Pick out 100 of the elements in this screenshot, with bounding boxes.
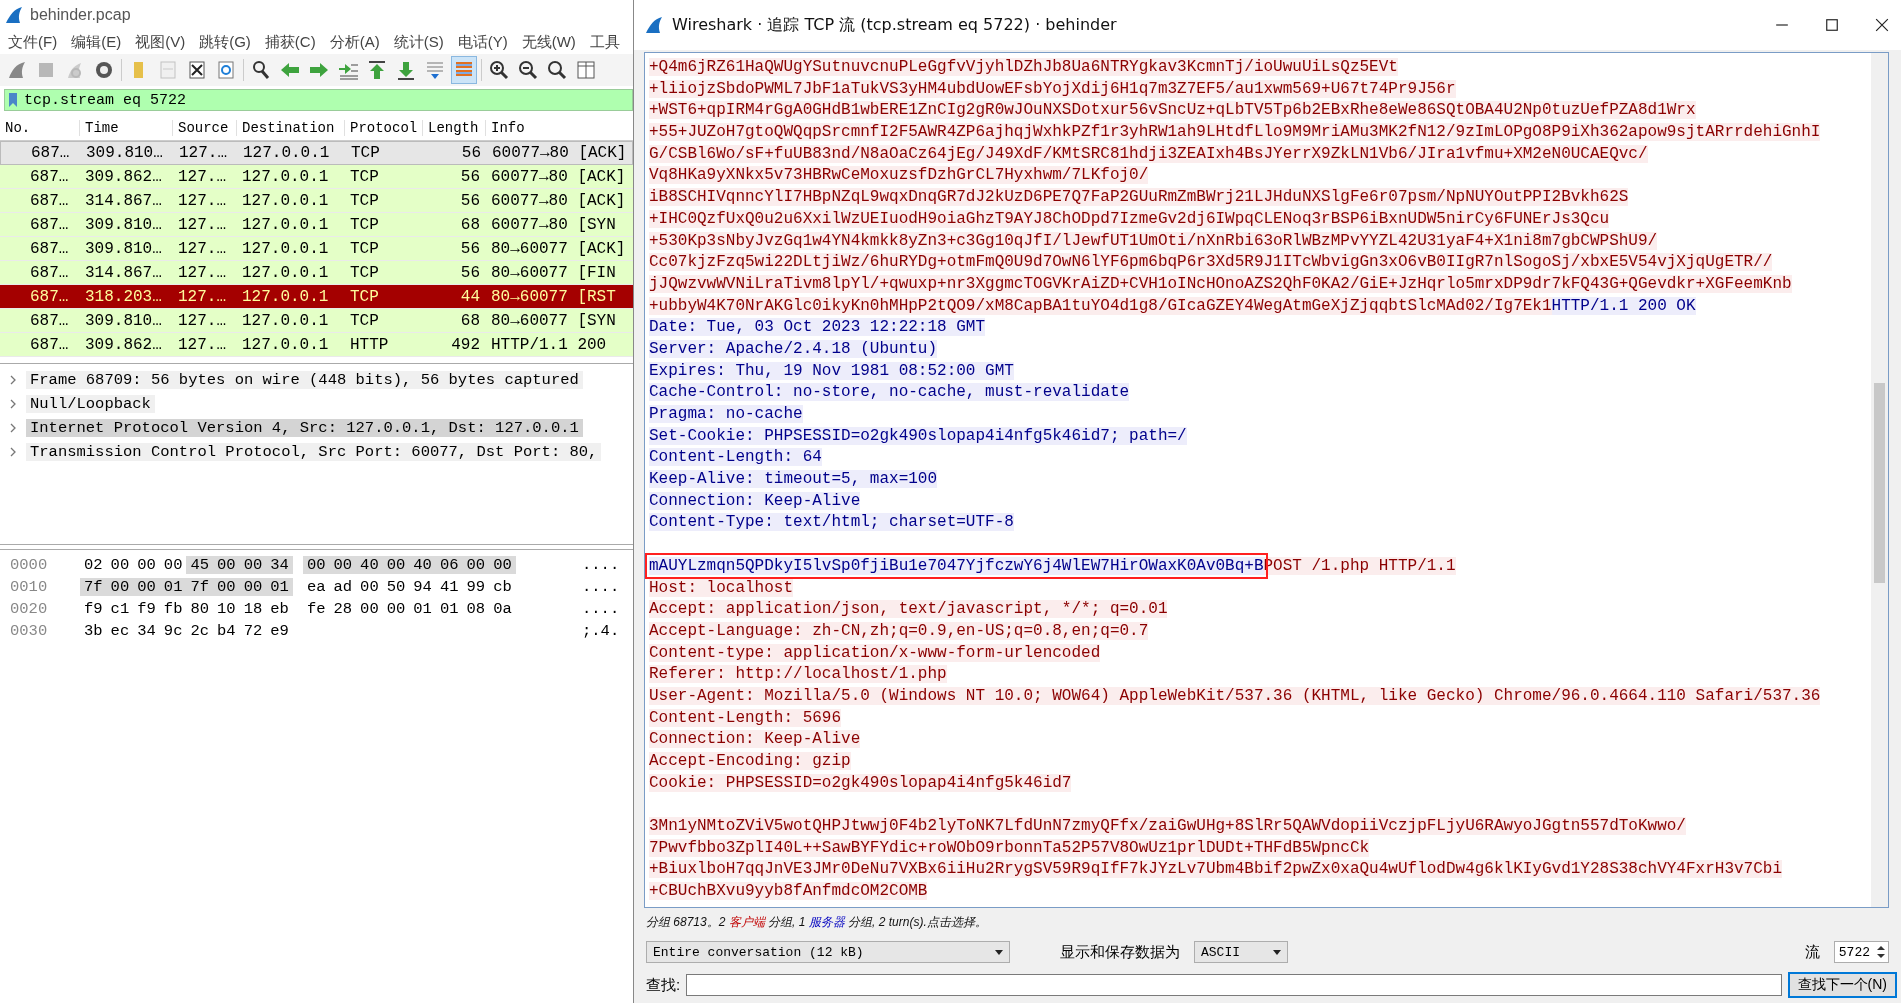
chevron-icon[interactable] bbox=[8, 375, 18, 385]
client-data-text: Cookie: PHPSESSID=o2gk490slopap4i4nfg5k46id7 bbox=[649, 773, 1072, 792]
conversation-dropdown[interactable]: Entire conversation (12 kB) bbox=[646, 941, 1010, 963]
menu-item[interactable]: 分析(A) bbox=[329, 32, 380, 52]
format-dropdown[interactable]: ASCII bbox=[1194, 941, 1288, 963]
find-field[interactable] bbox=[686, 974, 1782, 996]
menu-item[interactable]: 捕获(C) bbox=[264, 32, 316, 52]
column-header[interactable]: Protocol bbox=[345, 120, 423, 136]
menu-item[interactable]: 工具 bbox=[589, 32, 620, 52]
maximize-icon[interactable] bbox=[1825, 18, 1839, 32]
packet-row[interactable]: 687… 314.867… 127.… 127.0.0.1 TCP 56 60077→80 [ACK] bbox=[0, 189, 633, 213]
tree-item[interactable]: Transmission Control Protocol, Src Port: 60077, Dst Port: 80, bbox=[26, 443, 602, 461]
close-icon[interactable] bbox=[1875, 18, 1889, 32]
column-header[interactable]: Length bbox=[423, 120, 486, 136]
menu-item[interactable]: 无线(W) bbox=[521, 32, 576, 52]
menu-item[interactable]: 编辑(E) bbox=[71, 32, 122, 52]
window-title: Wireshark · 追踪 TCP 流 (tcp.stream eq 5722) · behinder bbox=[672, 14, 1117, 36]
find-next-button[interactable]: 查找下一个(N) bbox=[1787, 972, 1897, 998]
hex-byte: 00 bbox=[382, 556, 410, 574]
hex-byte: 00 bbox=[239, 556, 267, 574]
chevron-icon[interactable] bbox=[8, 447, 18, 457]
hex-byte: 00 bbox=[462, 556, 490, 574]
table-cell-text: 127.… bbox=[177, 239, 227, 258]
column-header[interactable]: Time bbox=[80, 120, 173, 136]
spin-arrows-icon[interactable] bbox=[1876, 944, 1886, 960]
menu-item[interactable]: 电话(Y) bbox=[457, 32, 508, 52]
table-cell-text: TCP bbox=[349, 167, 380, 186]
offset-text: 0010 bbox=[9, 578, 49, 596]
hex-byte: 00 bbox=[239, 578, 267, 596]
table-cell-text: 127.… bbox=[177, 167, 227, 186]
table-cell-text: 60077→80 [SYN bbox=[490, 215, 617, 234]
client-data-text: Content-type: application/x-www-form-urlencoded bbox=[649, 643, 1101, 662]
hex-byte: 00 bbox=[359, 578, 380, 596]
hex-byte: 72 bbox=[242, 622, 264, 640]
tree-item[interactable]: Null/Loopback bbox=[26, 395, 155, 413]
table-cell-text: 68 bbox=[459, 215, 481, 234]
stream-spinbox[interactable]: 5722 bbox=[1833, 941, 1889, 963]
packet-row[interactable]: 687… 309.810… 127.… 127.0.0.1 TCP 68 60077→80 [SYN bbox=[0, 213, 633, 237]
colorize-icon[interactable] bbox=[452, 57, 476, 83]
hex-byte: 2c bbox=[189, 622, 211, 640]
hex-byte: 10 bbox=[216, 600, 237, 618]
hex-byte: 34 bbox=[266, 556, 293, 574]
table-cell-text: 492 bbox=[450, 335, 481, 354]
server-data-text: Content-Type: text/html; charset=UTF-8 bbox=[649, 513, 1014, 532]
table-cell-text: 60077→80 [ACK] bbox=[490, 167, 627, 186]
hex-byte: 18 bbox=[242, 600, 264, 618]
hex-byte: 00 bbox=[359, 600, 380, 618]
chevron-icon[interactable] bbox=[8, 423, 18, 433]
table-cell-text: 56 bbox=[459, 191, 481, 210]
client-data-text: +WST6+qpIRM4rGgA0GHdB1wbERE1ZnCIg2gR0wJOuNXSDotxur56vSncUz+qLbTV5Tp6b2EBxRhe8eWe86SQtOBA4U2Np0tuzUefPZA8d1Wrx bbox=[649, 101, 1696, 120]
table-cell-text: 127.0.0.1 bbox=[241, 335, 330, 354]
table-cell-text: 318.203… bbox=[84, 287, 163, 306]
format-label: 显示和保存数据为 bbox=[1060, 942, 1180, 962]
table-cell-text: 80→60077 [SYN bbox=[490, 311, 617, 330]
table-cell-text: 60077→80 [ACK] bbox=[491, 144, 628, 162]
hex-byte: c1 bbox=[109, 600, 131, 618]
packet-row[interactable]: 687… 309.810… 127.… 127.0.0.1 TCP 68 80→60077 [SYN bbox=[0, 309, 633, 333]
scrollbar[interactable] bbox=[1871, 53, 1888, 907]
menu-item[interactable]: 统计(S) bbox=[393, 32, 444, 52]
tree-item[interactable]: Frame 68709: 56 bytes on wire (448 bits), 56 bytes captured bbox=[26, 371, 583, 389]
hex-byte: 00 bbox=[385, 600, 407, 618]
column-header[interactable]: No. bbox=[0, 120, 80, 136]
packet-row[interactable]: 687… 309.862… 127.… 127.0.0.1 TCP 56 60077→80 [ACK] bbox=[0, 165, 633, 189]
hex-byte: fe bbox=[305, 600, 327, 618]
server-data-text: Content-Length: 64 bbox=[649, 448, 822, 467]
packet-row[interactable]: 687… 318.203… 127.… 127.0.0.1 TCP 44 80→60077 [RST bbox=[0, 285, 633, 309]
window-title: behinder.pcap bbox=[30, 6, 131, 24]
display-filter-field[interactable]: tcp.stream eq 5722 bbox=[4, 89, 633, 111]
menu-item[interactable]: 文件(F) bbox=[8, 32, 58, 52]
chevron-icon[interactable] bbox=[8, 399, 18, 409]
table-cell-text: 44 bbox=[459, 287, 481, 306]
offset-text: 0030 bbox=[9, 622, 49, 640]
client-data-text: 3Mn1yNMtoZViV5wotQHPJtwwj0F4b2lyToNK7LfdUnN7zmyQFfx/zaiGwUHg+8SlRr5QAWVdopiiVczjpFLjyU6RAwyoJGgtn557dToKwwo/ bbox=[649, 817, 1686, 836]
table-cell-text: TCP bbox=[349, 263, 380, 282]
packet-row[interactable]: 687… 309.810… 127.… 127.0.0.1 TCP 56 60077→80 [ACK] bbox=[0, 141, 633, 165]
client-data-text: Referer: http://localhost/1.php bbox=[649, 665, 947, 684]
column-header[interactable]: Source bbox=[173, 120, 237, 136]
table-cell-text: 309.810… bbox=[84, 239, 163, 258]
table-cell-text: 687… bbox=[29, 263, 70, 282]
client-data-text: G/CSBl6Wo/sF+fuUB83nd/N8aOaCz64jEg/J49XdF/KMtSRC81hdji3ZEAIxh4BsJYerrX9ZkLN1Vb6/JIra1vfmu+XM2eN0UCAEQvc/ bbox=[649, 144, 1648, 163]
client-data-text: Connection: Keep-Alive bbox=[649, 730, 861, 749]
table-cell-text: 56 bbox=[459, 167, 481, 186]
hex-byte: 00 bbox=[162, 556, 184, 574]
packet-row[interactable]: 687… 309.810… 127.… 127.0.0.1 TCP 56 80→60077 [ACK] bbox=[0, 237, 633, 261]
server-data-text: Server: Apache/2.4.18 (Ubuntu) bbox=[649, 339, 938, 358]
table-cell-text: 127.… bbox=[177, 287, 227, 306]
packet-row[interactable]: 687… 314.867… 127.… 127.0.0.1 TCP 56 80→60077 [FIN bbox=[0, 261, 633, 285]
hex-byte: 40 bbox=[356, 556, 383, 574]
table-cell-text: 314.867… bbox=[84, 191, 163, 210]
client-data-text: Accept-Encoding: gzip bbox=[649, 752, 851, 770]
column-header[interactable]: Destination bbox=[237, 120, 345, 136]
ascii-text: .... bbox=[581, 578, 620, 596]
menu-item[interactable]: 视图(V) bbox=[135, 32, 186, 52]
menu-item[interactable]: 跳转(G) bbox=[199, 32, 251, 52]
hex-byte: 0a bbox=[492, 600, 513, 618]
ascii-text: ;.4. bbox=[581, 622, 620, 640]
packet-row[interactable]: 687… 309.862… 127.… 127.0.0.1 HTTP 492 HTTP/1.1 200 bbox=[0, 333, 633, 357]
tree-item[interactable]: Internet Protocol Version 4, Src: 127.0.0.1, Dst: 127.0.0.1 bbox=[26, 419, 583, 437]
table-cell-text: HTTP/1.1 200 bbox=[490, 335, 608, 354]
table-cell-text: HTTP bbox=[349, 335, 390, 354]
